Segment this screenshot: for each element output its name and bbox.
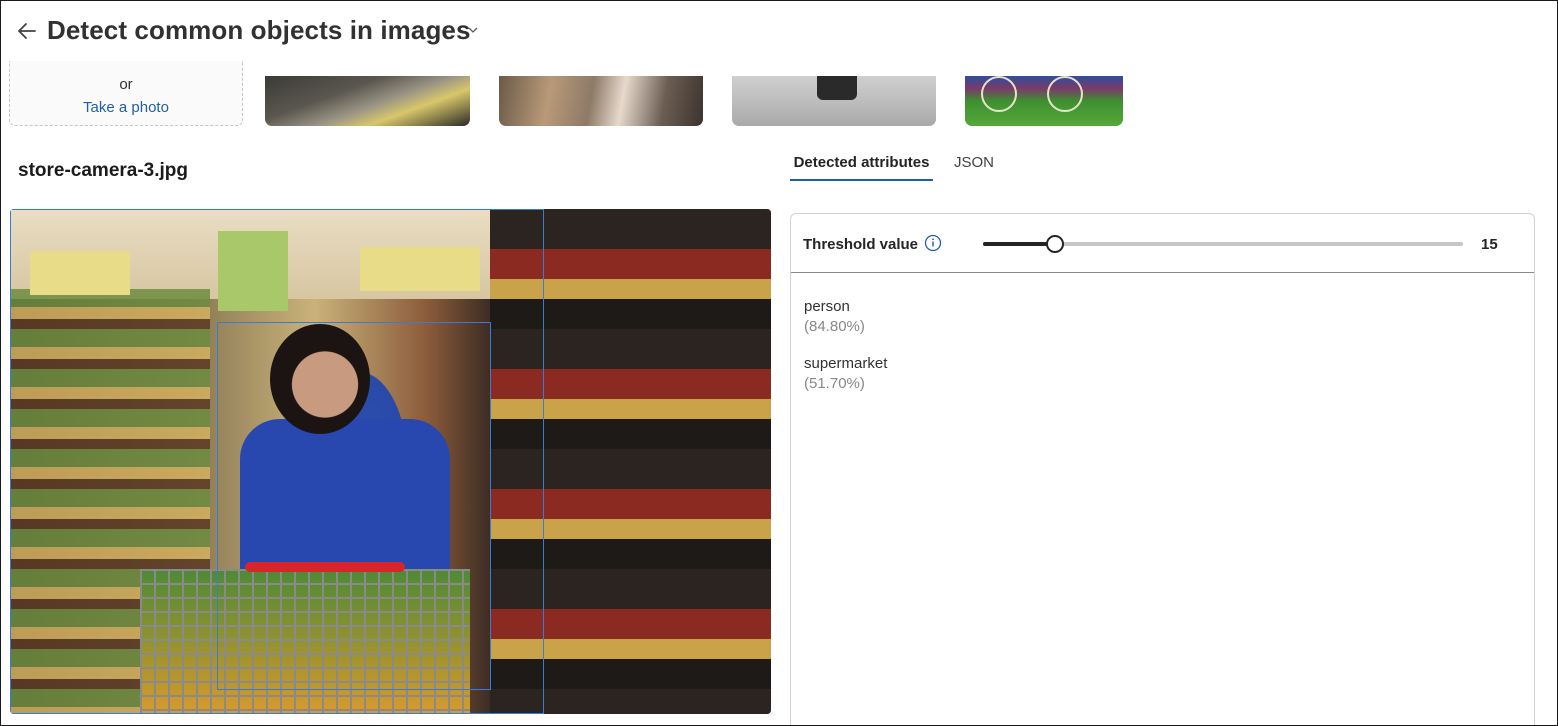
threshold-label: Threshold value xyxy=(803,236,919,253)
bicycle-wheel xyxy=(981,76,1017,112)
bicycle-wheel xyxy=(1047,76,1083,112)
sample-image-thumbnail[interactable] xyxy=(499,76,703,126)
or-text: or xyxy=(119,76,133,93)
analyzed-image xyxy=(10,209,771,714)
shopping-cart xyxy=(140,569,470,714)
info-icon[interactable] xyxy=(924,234,942,252)
produce-sign xyxy=(218,231,288,311)
chevron-down-icon[interactable] xyxy=(467,23,479,35)
skateboarder-figure xyxy=(817,76,857,100)
threshold-header: Threshold value 15 xyxy=(791,214,1534,273)
threshold-slider[interactable] xyxy=(983,235,1463,253)
app-frame: Detect common objects in images or Take … xyxy=(0,0,1558,726)
tab-detected-attributes[interactable]: Detected attributes xyxy=(790,154,933,181)
result-confidence: (51.70%) xyxy=(804,375,865,392)
result-confidence: (84.80%) xyxy=(804,318,865,335)
sample-image-thumbnail[interactable] xyxy=(732,76,936,126)
image-file-name: store-camera-3.jpg xyxy=(18,160,189,181)
produce-sign xyxy=(30,251,130,295)
shopper-head xyxy=(270,324,370,434)
grocery-shelves xyxy=(490,209,771,714)
results-panel: Threshold value 15 person (84.80%) super… xyxy=(790,213,1535,725)
threshold-value: 15 xyxy=(1481,236,1498,253)
upload-dropzone[interactable]: or Take a photo xyxy=(9,61,243,126)
back-arrow-icon[interactable] xyxy=(15,19,39,43)
take-photo-link[interactable]: Take a photo xyxy=(10,99,242,116)
tab-json[interactable]: JSON xyxy=(954,154,994,171)
slider-fill xyxy=(983,242,1055,246)
tab-label: JSON xyxy=(954,154,995,171)
result-label: person xyxy=(804,298,850,315)
slider-thumb[interactable] xyxy=(1046,235,1064,253)
result-item: supermarket (51.70%) xyxy=(804,355,887,392)
tab-label: Detected attributes xyxy=(793,154,930,171)
produce-sign xyxy=(360,247,480,291)
cart-handle xyxy=(245,562,405,572)
result-label: supermarket xyxy=(804,355,888,372)
active-tab-indicator xyxy=(790,179,933,181)
sample-image-thumbnail[interactable] xyxy=(265,76,470,126)
page-title: Detect common objects in images xyxy=(47,15,471,45)
result-item: person (84.80%) xyxy=(804,298,865,335)
sample-image-thumbnail[interactable] xyxy=(965,76,1123,126)
